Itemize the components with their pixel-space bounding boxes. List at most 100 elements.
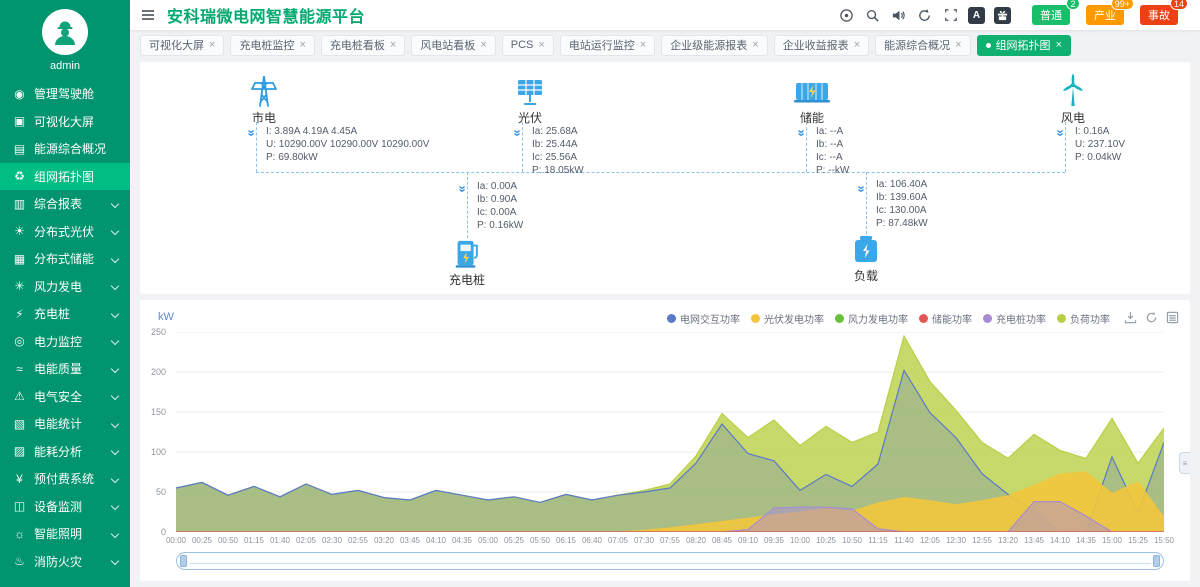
measurement-value: Ib: --A [816,138,849,151]
measurement-value: Ic: 0.00A [477,206,523,219]
legend-item[interactable]: 光伏发电功率 [751,311,824,326]
x-tick-label: 07:05 [608,536,628,545]
x-tick-label: 13:20 [998,536,1018,545]
x-tick-label: 05:25 [504,536,524,545]
tab-close-icon[interactable]: × [390,40,396,51]
status-badge: 14 [1170,0,1188,10]
legend-item[interactable]: 电网交互功率 [667,311,740,326]
sidebar-item-energy-overview[interactable]: ▤能源综合概况 [0,135,130,163]
tab-close-icon[interactable]: × [640,40,646,51]
tab-close-icon[interactable]: × [955,40,961,51]
username: admin [0,60,130,72]
sidebar-item-wind-power[interactable]: ✳风力发电 [0,273,130,301]
app-title: 安科瑞微电网智慧能源平台 [167,3,365,27]
tab-item[interactable]: 企业级能源报表× [661,35,767,56]
tab-close-icon[interactable]: × [209,40,215,51]
chart-panel: kW 电网交互功率光伏发电功率风力发电功率储能功率充电桩功率负荷功率 05010… [140,300,1190,581]
sidebar-item-label: 预付费系统 [34,470,108,487]
tab-item[interactable]: 能源综合概况× [875,35,970,56]
sidebar-item-label: 电力监控 [34,333,108,350]
legend-item[interactable]: 储能功率 [919,311,972,326]
tab-item[interactable]: 可视化大屏 × [140,35,224,56]
sidebar-menu: ◉管理驾驶舱▣可视化大屏▤能源综合概况♻组网拓扑图▥综合报表☀分布式光伏▦分布式… [0,80,130,575]
tab-item-active[interactable]: 组网拓扑图× [977,35,1071,56]
sidebar-item-distributed-storage[interactable]: ▦分布式储能 [0,245,130,273]
target-icon[interactable] [838,7,855,24]
side-zoom-handle[interactable]: ≡ [1179,452,1190,474]
menu-toggle-icon[interactable] [140,6,158,24]
sidebar-item-charger[interactable]: ⚡充电桩 [0,300,130,328]
volume-icon[interactable] [890,7,907,24]
legend-item[interactable]: 负荷功率 [1057,311,1110,326]
measurement-value: P: --kW [816,164,849,177]
tab-item[interactable]: 充电桩监控× [230,35,314,56]
zoom-handle-left[interactable] [180,555,187,567]
sidebar-item-power-quality[interactable]: ≈电能质量 [0,355,130,383]
refresh-icon[interactable] [916,7,933,24]
tab-close-icon[interactable]: × [538,40,544,51]
tab-close-icon[interactable]: × [1056,40,1062,51]
node-label: 光伏 [508,109,552,126]
tab-item[interactable]: 风电站看板× [411,35,495,56]
sidebar-item-fire-safety[interactable]: ♨消防火灾 [0,548,130,576]
sidebar-item-label: 充电桩 [34,305,108,322]
tab-item[interactable]: PCS× [502,35,554,56]
legend-item[interactable]: 风力发电功率 [835,311,908,326]
measurement-value: P: 18.05kW [532,164,584,177]
x-tick-label: 12:05 [920,536,940,545]
node-load: 负载 [844,234,888,284]
tab-close-icon[interactable]: × [480,40,486,51]
measurement-value: Ia: --A [816,125,849,138]
zoom-handle-right[interactable] [1153,555,1160,567]
tab-close-icon[interactable]: × [299,40,305,51]
charging-pile-icon [445,238,489,270]
sidebar-item-device-monitor[interactable]: ◫设备监测 [0,493,130,521]
status-tag[interactable]: 普通2 [1032,5,1070,25]
status-tag[interactable]: 事故14 [1140,5,1178,25]
fullscreen-icon[interactable] [942,7,959,24]
save-image-icon[interactable] [1123,310,1138,325]
legend-dot [667,314,676,323]
user-profile: admin [0,0,130,72]
legend-item[interactable]: 充电桩功率 [983,311,1046,326]
sidebar-item-power-monitor[interactable]: ◎电力监控 [0,328,130,356]
sidebar-item-electrical-safety[interactable]: ⚠电气安全 [0,383,130,411]
tab-close-icon[interactable]: × [752,40,758,51]
sidebar-item-label: 综合报表 [34,195,108,212]
tab-item[interactable]: 充电桩看板× [321,35,405,56]
chart-plot-area[interactable] [176,332,1164,532]
status-tag[interactable]: 产业99+ [1086,5,1124,25]
tab-item[interactable]: 企业收益报表× [774,35,869,56]
restore-icon[interactable] [1144,310,1159,325]
avatar[interactable] [42,9,88,55]
sidebar-item-prepaid[interactable]: ¥预付费系统 [0,465,130,493]
data-zoom-slider[interactable] [176,552,1164,570]
sidebar-item-distributed-pv[interactable]: ☀分布式光伏 [0,218,130,246]
solar-panel-icon [508,74,552,108]
x-tick-label: 14:35 [1076,536,1096,545]
sidebar-item-reports[interactable]: ▥综合报表 [0,190,130,218]
power-quality-icon: ≈ [12,362,27,376]
sidebar-item-label: 设备监测 [34,498,108,515]
sidebar-item-smart-lighting[interactable]: ☼智能照明 [0,520,130,548]
sidebar-item-cockpit[interactable]: ◉管理驾驶舱 [0,80,130,108]
x-tick-label: 06:15 [556,536,576,545]
sidebar-item-consumption-analysis[interactable]: ▨能耗分析 [0,438,130,466]
tab-item[interactable]: 电站运行监控× [560,35,655,56]
measurement-value: P: 0.04kW [1075,151,1125,164]
power-area-chart [176,332,1164,532]
data-view-icon[interactable] [1165,310,1180,325]
x-tick-label: 10:00 [790,536,810,545]
sidebar-item-topology[interactable]: ♻组网拓扑图 [0,163,130,191]
legend-label: 风力发电功率 [848,311,908,326]
translate-icon[interactable]: A [968,7,985,24]
y-axis: 050100150200250 [140,332,172,532]
sidebar-item-big-screen[interactable]: ▣可视化大屏 [0,108,130,136]
flow-arrow-icon: » [457,185,470,191]
x-tick-label: 00:25 [192,536,212,545]
sidebar-item-energy-stats[interactable]: ▧电能统计 [0,410,130,438]
search-icon[interactable] [864,7,881,24]
gift-icon[interactable] [994,7,1011,24]
tab-label: 可视化大屏 [149,37,204,53]
tab-close-icon[interactable]: × [854,40,860,51]
